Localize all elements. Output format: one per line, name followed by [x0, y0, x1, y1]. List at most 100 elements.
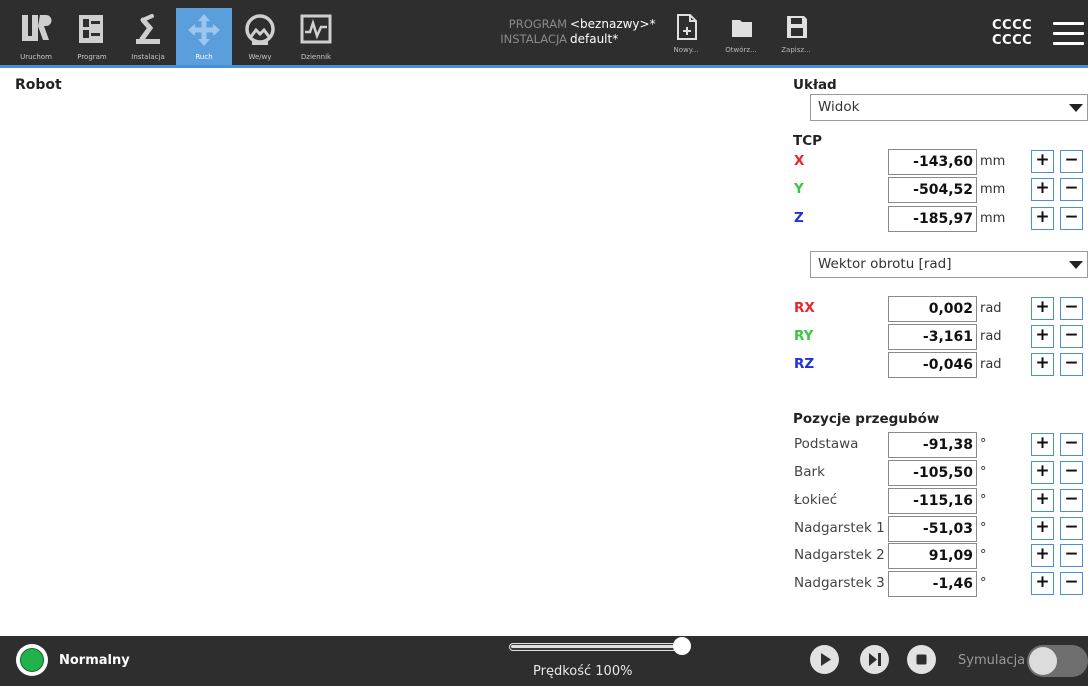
- move-arrows-icon: [188, 14, 220, 46]
- top-bar-accent-line: [0, 65, 1088, 68]
- tcp-1-value-field[interactable]: -143,60: [888, 149, 977, 175]
- tcp-2-increment-button[interactable]: +: [1031, 178, 1054, 201]
- tcp-2-decrement-button[interactable]: −: [1060, 178, 1083, 201]
- rotation-2-label: RY: [794, 328, 814, 344]
- open-file-button[interactable]: Otwórz...: [713, 14, 769, 62]
- joints-section-title: Pozycje przegubów: [793, 411, 940, 427]
- tcp-1-label: X: [794, 153, 805, 169]
- save-file-button[interactable]: Zapisz...: [768, 14, 824, 62]
- joint-1-unit: °: [980, 437, 987, 452]
- tab-dziennik[interactable]: Dziennik: [288, 8, 344, 65]
- view-dropdown-value: Widok: [818, 99, 860, 115]
- rotation-3-unit: rad: [980, 357, 1002, 372]
- joint-5-decrement-button[interactable]: −: [1060, 544, 1083, 567]
- installation-name: default*: [570, 32, 619, 46]
- joint-2-decrement-button[interactable]: −: [1060, 461, 1083, 484]
- tab-program[interactable]: Program: [64, 8, 120, 65]
- joint-4-decrement-button[interactable]: −: [1060, 517, 1083, 540]
- rotation-1-label: RX: [794, 300, 815, 316]
- page-title: Robot: [15, 77, 62, 93]
- joint-1-decrement-button[interactable]: −: [1060, 433, 1083, 456]
- joint-2-unit: °: [980, 465, 987, 480]
- joint-3-decrement-button[interactable]: −: [1060, 489, 1083, 512]
- play-icon: [821, 653, 831, 666]
- joint-6-value-field[interactable]: -1,46: [888, 571, 977, 597]
- play-button[interactable]: [810, 645, 839, 674]
- rotation-1-increment-button[interactable]: +: [1031, 297, 1054, 320]
- stop-button[interactable]: [907, 645, 936, 674]
- joint-5-value-field[interactable]: 91,09: [888, 543, 977, 569]
- tab-label: Uruchom: [20, 53, 52, 61]
- rotation-2-decrement-button[interactable]: −: [1060, 325, 1083, 348]
- caret-down-icon: [1069, 104, 1083, 112]
- joint-2-value-field[interactable]: -105,50: [888, 460, 977, 486]
- joint-6-decrement-button[interactable]: −: [1060, 572, 1083, 595]
- view-dropdown[interactable]: Widok: [810, 94, 1088, 121]
- tcp-3-value-field[interactable]: -185,97: [888, 206, 977, 232]
- tcp-2-label: Y: [794, 181, 804, 197]
- speed-slider-handle[interactable]: [673, 637, 691, 655]
- tcp-1-decrement-button[interactable]: −: [1060, 150, 1083, 173]
- hamburger-menu-button[interactable]: [1053, 19, 1084, 49]
- rotation-2-increment-button[interactable]: +: [1031, 325, 1054, 348]
- status-code: CCCC CCCC: [992, 18, 1032, 48]
- tab-label: Instalacja: [131, 53, 165, 61]
- tab-label: Ruch: [195, 53, 213, 61]
- tab-uruchom[interactable]: Uruchom: [8, 8, 64, 65]
- tab-label: Program: [77, 53, 107, 61]
- joint-6-unit: °: [980, 576, 987, 591]
- simulation-toggle[interactable]: [1027, 645, 1088, 677]
- layout-section-title: Układ: [793, 77, 837, 93]
- joint-2-increment-button[interactable]: +: [1031, 461, 1054, 484]
- save-disk-icon: [787, 16, 807, 38]
- joint-1-value-field[interactable]: -91,38: [888, 432, 977, 458]
- speed-slider-fill: [511, 645, 683, 648]
- tab-we-wy[interactable]: We/wy: [232, 8, 288, 65]
- speed-label: Prędkość 100%: [533, 664, 633, 679]
- io-icon: [245, 14, 275, 45]
- step-icon: [869, 653, 881, 666]
- joint-4-value-field[interactable]: -51,03: [888, 516, 977, 542]
- new-file-label: Nowy...: [673, 46, 699, 54]
- joint-3-value-field[interactable]: -115,16: [888, 488, 977, 514]
- rotation-1-unit: rad: [980, 301, 1002, 316]
- joint-3-label: Łokieć: [794, 492, 838, 508]
- tab-ruch[interactable]: Ruch: [176, 8, 232, 65]
- tcp-3-decrement-button[interactable]: −: [1060, 207, 1083, 230]
- bottom-bar: Normalny Prędkość 100% Symulacja: [0, 636, 1088, 686]
- joint-5-unit: °: [980, 548, 987, 563]
- rotation-1-decrement-button[interactable]: −: [1060, 297, 1083, 320]
- joint-4-unit: °: [980, 521, 987, 536]
- joint-6-increment-button[interactable]: +: [1031, 572, 1054, 595]
- tcp-2-value-field[interactable]: -504,52: [888, 177, 977, 203]
- tcp-3-increment-button[interactable]: +: [1031, 207, 1054, 230]
- log-chart-icon: [300, 14, 332, 44]
- tab-label: We/wy: [248, 53, 272, 61]
- tcp-1-increment-button[interactable]: +: [1031, 150, 1054, 173]
- new-file-icon: [677, 14, 697, 40]
- new-file-button[interactable]: Nowy...: [658, 14, 714, 62]
- rotation-2-value-field[interactable]: -3,161: [888, 324, 977, 350]
- step-button[interactable]: [860, 645, 889, 674]
- rotation-3-decrement-button[interactable]: −: [1060, 353, 1083, 376]
- joint-3-unit: °: [980, 493, 987, 508]
- speed-slider[interactable]: [509, 643, 687, 651]
- joint-1-increment-button[interactable]: +: [1031, 433, 1054, 456]
- tab-instalacja[interactable]: Instalacja: [120, 8, 176, 65]
- joint-3-increment-button[interactable]: +: [1031, 489, 1054, 512]
- rotation-3-value-field[interactable]: -0,046: [888, 352, 977, 378]
- rotation-1-value-field[interactable]: 0,002: [888, 296, 977, 322]
- joint-1-label: Podstawa: [794, 436, 859, 452]
- robot-status-text: Normalny: [59, 653, 130, 668]
- joint-4-increment-button[interactable]: +: [1031, 517, 1054, 540]
- robot-arm-icon: [136, 14, 160, 44]
- joint-5-increment-button[interactable]: +: [1031, 544, 1054, 567]
- program-icon: [79, 15, 103, 43]
- ur-logo-icon: [22, 15, 52, 41]
- stop-icon: [916, 654, 927, 665]
- status-indicator-icon: [16, 644, 48, 676]
- installation-key: INSTALACJA: [500, 32, 567, 46]
- simulation-toggle-knob: [1029, 647, 1057, 675]
- rotation-3-increment-button[interactable]: +: [1031, 353, 1054, 376]
- rotation-dropdown[interactable]: Wektor obrotu [rad]: [810, 251, 1088, 278]
